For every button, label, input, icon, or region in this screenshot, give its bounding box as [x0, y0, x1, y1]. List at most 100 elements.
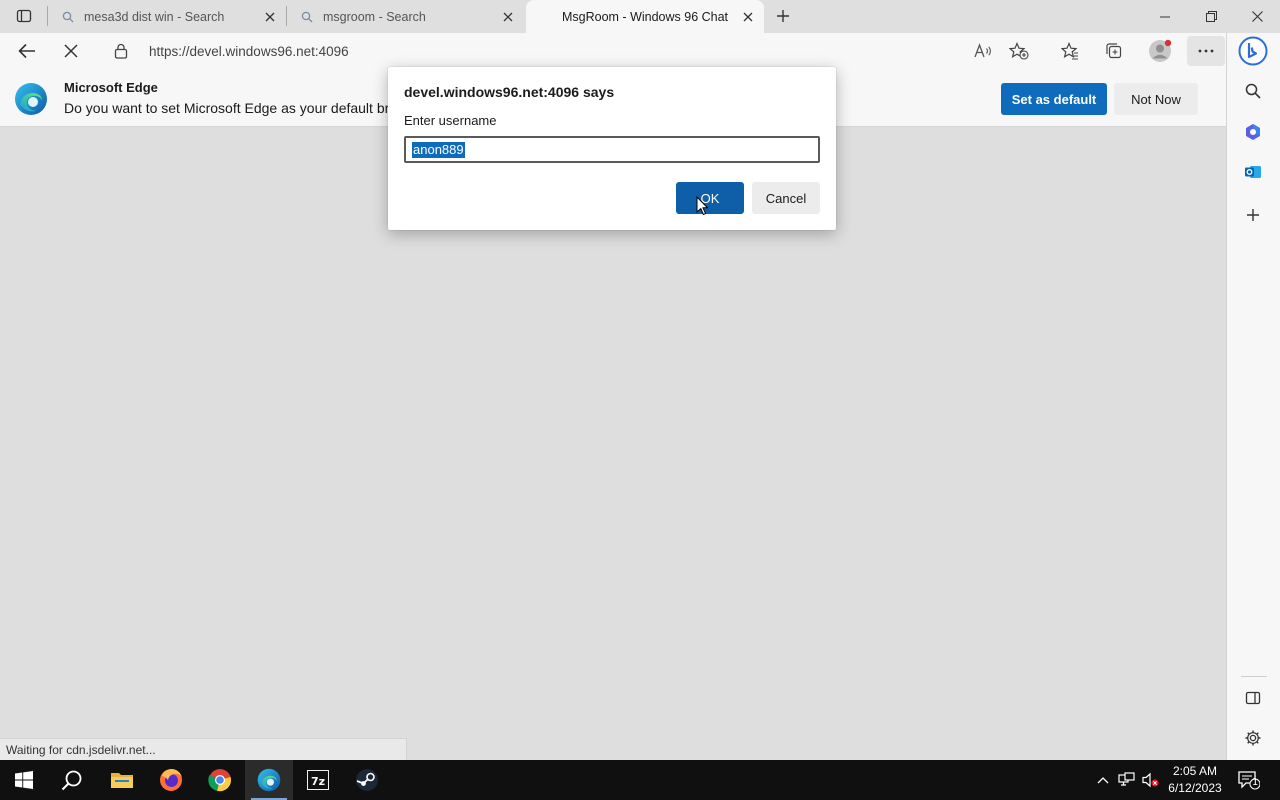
clock-time: 2:05 AM [1172, 764, 1218, 778]
settings-more-button[interactable] [1187, 36, 1225, 66]
plus-icon [777, 10, 789, 22]
taskbar-search-button[interactable] [48, 760, 96, 800]
username-input-value: anon889 [412, 142, 465, 158]
tab-msgroom-chat[interactable]: MsgRoom - Windows 96 Chat [526, 0, 764, 33]
dialog-title: devel.windows96.net:4096 says [404, 84, 615, 100]
back-button[interactable] [12, 36, 42, 66]
taskbar-edge[interactable] [245, 760, 293, 800]
restore-icon [1205, 11, 1217, 22]
bing-chat-button[interactable] [1237, 35, 1269, 67]
notification-count-badge: 1 [1252, 777, 1259, 788]
minimize-button[interactable] [1142, 0, 1188, 33]
favorites-button[interactable] [1055, 36, 1085, 66]
file-explorer-icon [111, 773, 133, 788]
show-hidden-icons-button[interactable] [1094, 760, 1112, 800]
lock-icon [114, 43, 128, 59]
gear-icon [1245, 730, 1261, 746]
svg-text:7z: 7z [311, 775, 325, 788]
notification-center-button[interactable]: 1 [1232, 760, 1266, 800]
tab-strip: mesa3d dist win - Search msgroom - Searc… [0, 0, 1280, 33]
volume-muted-icon [1142, 772, 1159, 788]
tab-search-mesa3d[interactable]: mesa3d dist win - Search [48, 0, 286, 33]
read-aloud-button[interactable] [968, 36, 998, 66]
edge-sidebar [1226, 33, 1280, 760]
dialog-prompt-label: Enter username [404, 113, 497, 128]
taskbar-7zip[interactable]: 7z [294, 760, 342, 800]
firefox-icon [160, 769, 182, 791]
close-tab-icon[interactable] [738, 7, 758, 27]
stop-loading-button[interactable] [56, 36, 86, 66]
star-add-icon [1009, 42, 1029, 60]
search-icon [61, 770, 82, 791]
tab-title: mesa3d dist win - Search [84, 9, 225, 24]
plus-icon [1247, 209, 1259, 221]
mouse-cursor-icon [696, 196, 708, 216]
tab-search-msgroom[interactable]: msgroom - Search [287, 0, 524, 33]
infobar-title: Microsoft Edge [64, 80, 158, 95]
sidebar-settings-button[interactable] [1239, 724, 1267, 752]
collections-button[interactable] [1099, 36, 1129, 66]
chrome-icon [208, 769, 231, 792]
restore-button[interactable] [1188, 0, 1234, 33]
close-tab-icon[interactable] [498, 7, 518, 27]
search-icon [1245, 83, 1261, 99]
not-now-button[interactable]: Not Now [1114, 83, 1198, 115]
ok-button[interactable]: OK [676, 182, 744, 214]
status-bubble: Waiting for cdn.jsdelivr.net... [0, 738, 407, 760]
taskbar-clock[interactable]: 2:05 AM 6/12/2023 [1162, 763, 1228, 797]
steam-icon [356, 769, 378, 791]
outlook-icon [1245, 166, 1261, 178]
7zip-icon: 7z [307, 770, 329, 790]
prompt-dialog: devel.windows96.net:4096 says Enter user… [388, 67, 836, 230]
address-bar[interactable]: https://devel.windows96.net:4096 [100, 36, 962, 66]
sidebar-add-button[interactable] [1239, 201, 1267, 229]
network-icon [1118, 772, 1135, 786]
add-favorite-button[interactable] [1004, 36, 1034, 66]
tab-actions-button[interactable] [8, 4, 40, 28]
taskbar: 7z 2:05 AM 6/12/2023 1 [0, 760, 1280, 800]
sidebar-search-button[interactable] [1239, 77, 1267, 105]
url-text: https://devel.windows96.net:4096 [149, 44, 349, 59]
search-icon [299, 9, 315, 25]
profile-avatar-icon [1149, 39, 1172, 62]
network-tray-button[interactable] [1116, 760, 1138, 800]
stop-icon [64, 44, 78, 58]
sidebar-office-button[interactable] [1239, 118, 1267, 146]
favorites-icon [1061, 42, 1078, 60]
close-icon [1251, 11, 1263, 22]
search-icon [60, 9, 76, 25]
hide-sidebar-button[interactable] [1239, 684, 1267, 712]
minimize-icon [1160, 16, 1170, 17]
taskbar-chrome[interactable] [196, 760, 244, 800]
read-aloud-icon [974, 43, 991, 58]
back-arrow-icon [18, 43, 35, 59]
cancel-button[interactable]: Cancel [752, 182, 820, 214]
new-tab-button[interactable] [770, 4, 796, 28]
tab-title: MsgRoom - Windows 96 Chat [562, 9, 729, 24]
sidebar-divider [1241, 676, 1267, 677]
username-input[interactable]: anon889 [404, 136, 820, 163]
office-icon [1246, 124, 1260, 140]
tab-actions-icon [16, 9, 32, 23]
bing-icon [1238, 36, 1268, 66]
profile-button[interactable] [1145, 36, 1175, 66]
volume-tray-button[interactable] [1140, 760, 1162, 800]
chevron-up-icon [1097, 777, 1109, 784]
infobar-message: Do you want to set Microsoft Edge as you… [64, 100, 394, 116]
set-as-default-button[interactable]: Set as default [1001, 83, 1107, 115]
clock-date: 6/12/2023 [1168, 781, 1222, 795]
start-button[interactable] [0, 760, 48, 800]
sidebar-outlook-button[interactable] [1239, 158, 1267, 186]
edge-icon [257, 768, 281, 792]
more-dots-icon [1198, 49, 1214, 53]
taskbar-steam[interactable] [343, 760, 391, 800]
close-tab-icon[interactable] [260, 7, 280, 27]
close-window-button[interactable] [1234, 0, 1280, 33]
collections-icon [1106, 43, 1122, 59]
navigation-toolbar: https://devel.windows96.net:4096 [0, 33, 1228, 69]
start-icon [15, 771, 33, 789]
taskbar-file-explorer[interactable] [98, 760, 146, 800]
taskbar-firefox[interactable] [147, 760, 195, 800]
tab-title: msgroom - Search [323, 9, 426, 24]
edge-logo-icon [15, 83, 47, 115]
